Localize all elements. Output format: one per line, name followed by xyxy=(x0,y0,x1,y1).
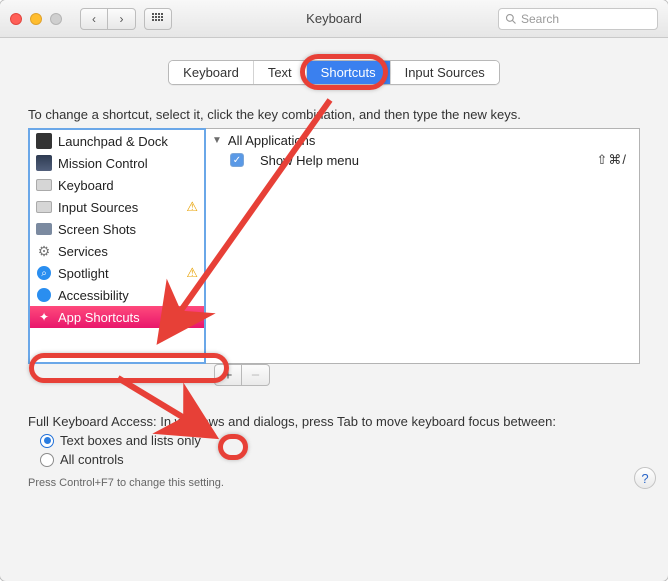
warning-icon: ⚠ xyxy=(186,265,198,281)
category-list[interactable]: Launchpad & Dock Mission Control Keyboard I… xyxy=(28,128,206,364)
launchpad-icon xyxy=(36,133,52,149)
instructions-text: To change a shortcut, select it, click t… xyxy=(28,107,640,122)
search-input[interactable]: Search xyxy=(498,8,658,30)
accessibility-icon xyxy=(36,287,52,303)
preferences-window: ‹ › Keyboard Search KeyboardTextShortcut… xyxy=(0,0,668,581)
plus-icon: + xyxy=(224,367,233,384)
add-shortcut-button[interactable]: + xyxy=(214,364,242,386)
zoom-window-button[interactable] xyxy=(50,13,62,25)
minus-icon: − xyxy=(251,367,260,384)
search-icon xyxy=(505,13,517,25)
screenshot-icon xyxy=(36,221,52,237)
shortcut-keys[interactable]: ⇧⌘/ xyxy=(596,152,633,168)
category-label: Input Sources xyxy=(58,200,138,215)
category-label: Accessibility xyxy=(58,288,129,303)
category-keyboard[interactable]: Keyboard xyxy=(30,174,204,196)
radio-button[interactable] xyxy=(40,453,54,467)
radio-button[interactable] xyxy=(40,434,54,448)
group-row[interactable]: ▼ All Applications xyxy=(212,131,633,150)
category-label: App Shortcuts xyxy=(58,310,140,325)
input-sources-icon xyxy=(36,199,52,215)
content: KeyboardTextShortcutsInput Sources To ch… xyxy=(0,60,668,501)
warning-icon: ⚠ xyxy=(186,199,198,215)
help-icon: ? xyxy=(641,471,648,486)
services-icon: ⚙ xyxy=(36,243,52,259)
checkbox[interactable]: ✓ xyxy=(230,153,244,167)
help-button[interactable]: ? xyxy=(634,467,656,489)
keyboard-icon xyxy=(36,177,52,193)
tab-text[interactable]: Text xyxy=(254,61,307,84)
app-shortcuts-icon: ✦ xyxy=(36,309,52,325)
add-remove-controls: + − xyxy=(28,364,640,386)
radio-label: All controls xyxy=(60,452,124,467)
shortcut-label: Show Help menu xyxy=(260,153,359,168)
tab-input-sources[interactable]: Input Sources xyxy=(391,61,499,84)
fka-hint: Press Control+F7 to change this setting. xyxy=(28,477,640,489)
fka-option-1[interactable]: All controls xyxy=(40,452,640,467)
shortcut-row[interactable]: ✓ Show Help menu ⇧⌘/ xyxy=(212,150,633,170)
spotlight-icon: ⌕ xyxy=(36,265,52,281)
tabs: KeyboardTextShortcutsInput Sources xyxy=(168,60,500,85)
category-launchpad-dock[interactable]: Launchpad & Dock xyxy=(30,130,204,152)
full-keyboard-access-section: Full Keyboard Access: In windows and dia… xyxy=(28,414,640,467)
category-services[interactable]: ⚙ Services xyxy=(30,240,204,262)
category-label: Mission Control xyxy=(58,156,148,171)
tabbar: KeyboardTextShortcutsInput Sources xyxy=(0,60,668,85)
category-screen-shots[interactable]: Screen Shots xyxy=(30,218,204,240)
fka-option-0[interactable]: Text boxes and lists only xyxy=(40,433,640,448)
category-spotlight[interactable]: ⌕ Spotlight ⚠ xyxy=(30,262,204,284)
category-accessibility[interactable]: Accessibility xyxy=(30,284,204,306)
category-label: Spotlight xyxy=(58,266,109,281)
forward-button[interactable]: › xyxy=(108,8,136,30)
category-label: Services xyxy=(58,244,108,259)
search-placeholder: Search xyxy=(521,12,559,26)
category-label: Keyboard xyxy=(58,178,114,193)
titlebar: ‹ › Keyboard Search xyxy=(0,0,668,38)
chevron-right-icon: › xyxy=(120,12,124,26)
show-all-button[interactable] xyxy=(144,8,172,30)
grid-icon xyxy=(152,13,164,25)
tab-keyboard[interactable]: Keyboard xyxy=(169,61,254,84)
close-window-button[interactable] xyxy=(10,13,22,25)
radio-label: Text boxes and lists only xyxy=(60,433,201,448)
remove-shortcut-button[interactable]: − xyxy=(242,364,270,386)
group-label: All Applications xyxy=(228,133,315,148)
tab-shortcuts[interactable]: Shortcuts xyxy=(307,61,391,84)
shortcut-panes: Launchpad & Dock Mission Control Keyboard I… xyxy=(28,128,640,364)
fka-intro: Full Keyboard Access: In windows and dia… xyxy=(28,414,640,429)
category-mission-control[interactable]: Mission Control xyxy=(30,152,204,174)
category-label: Launchpad & Dock xyxy=(58,134,168,149)
category-input-sources[interactable]: Input Sources ⚠ xyxy=(30,196,204,218)
nav-back-forward: ‹ › xyxy=(80,8,136,30)
category-app-shortcuts[interactable]: ✦ App Shortcuts xyxy=(30,306,204,328)
window-controls xyxy=(10,13,62,25)
back-button[interactable]: ‹ xyxy=(80,8,108,30)
category-label: Screen Shots xyxy=(58,222,136,237)
disclosure-triangle-icon[interactable]: ▼ xyxy=(212,135,222,146)
mission-control-icon xyxy=(36,155,52,171)
chevron-left-icon: ‹ xyxy=(92,12,96,26)
minimize-window-button[interactable] xyxy=(30,13,42,25)
shortcut-list[interactable]: ▼ All Applications ✓ Show Help menu ⇧⌘/ xyxy=(206,128,640,364)
